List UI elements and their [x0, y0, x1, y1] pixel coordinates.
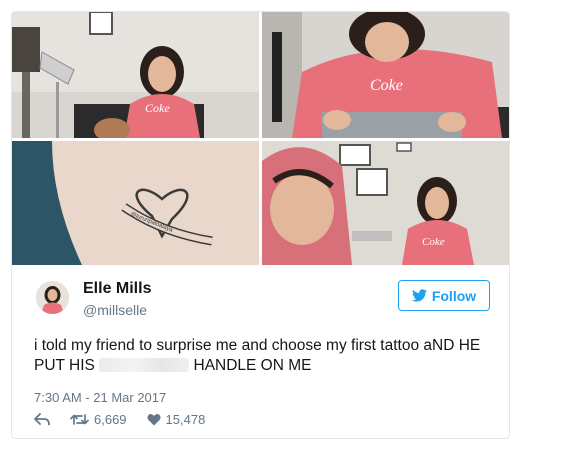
like-button[interactable]: 15,478 [147, 411, 206, 427]
tweet-text-after: HANDLE ON ME [193, 357, 312, 374]
svg-text:Coke: Coke [145, 101, 170, 115]
photo-friend-leaning[interactable]: Coke [262, 12, 509, 138]
tweet-card: Coke Coke @lurunpaloalaya Coke Elle Mill… [11, 11, 510, 439]
photo-grid: Coke Coke @lurunpaloalaya Coke [12, 12, 509, 265]
author-name[interactable]: Elle Mills [83, 280, 151, 298]
retweet-icon [70, 413, 89, 425]
retweet-count: 6,669 [94, 411, 127, 427]
follow-button[interactable]: Follow [398, 280, 490, 311]
redacted-word [99, 358, 190, 372]
svg-text:Coke: Coke [370, 77, 403, 94]
retweet-button[interactable]: 6,669 [70, 412, 127, 427]
follow-label: Follow [431, 287, 477, 304]
photo-heart-tattoo[interactable]: @lurunpaloalaya [12, 141, 259, 265]
like-count: 15,478 [165, 411, 206, 427]
tweet-timestamp[interactable]: 7:30 AM - 21 Mar 2017 [34, 390, 166, 405]
author-handle[interactable]: @millselle [83, 302, 147, 318]
tweet-actions: 6,669 15,478 [34, 410, 225, 428]
reply-button[interactable] [34, 412, 50, 426]
svg-text:Coke: Coke [422, 236, 445, 248]
reply-icon [34, 412, 50, 425]
heart-icon [147, 413, 161, 425]
photo-selfie[interactable]: Coke [262, 141, 509, 265]
avatar[interactable] [36, 281, 69, 314]
twitter-bird-icon [411, 289, 427, 302]
tweet-text: i told my friend to surprise me and choo… [34, 336, 494, 376]
photo-girl-in-chair[interactable]: Coke [12, 12, 259, 138]
